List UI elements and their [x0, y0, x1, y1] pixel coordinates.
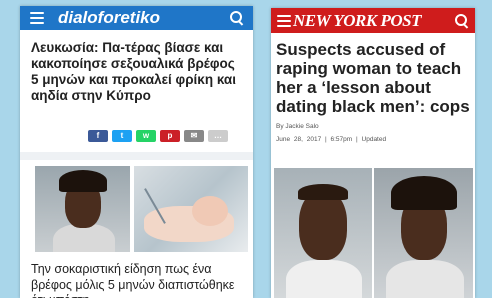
- nypost-article-screenshot: NEW YORK POST Suspects accused of raping…: [271, 8, 475, 298]
- byline[interactable]: By Jackie Salo: [276, 123, 319, 130]
- facebook-share-button[interactable]: f: [88, 130, 108, 142]
- whatsapp-share-button[interactable]: w: [136, 130, 156, 142]
- suspect-mugshot-1: [274, 168, 372, 298]
- publish-date: June 28, 2017: [276, 136, 322, 143]
- twitter-share-button[interactable]: t: [112, 130, 132, 142]
- email-share-button[interactable]: ✉: [184, 130, 204, 142]
- article-headline: Λευκωσία: Πα-τέρας βίασε και κακοποίησε …: [31, 40, 236, 103]
- share-buttons: f t w p ✉ …: [88, 130, 228, 142]
- mugshot-photo: [35, 166, 130, 252]
- search-icon[interactable]: [454, 13, 470, 29]
- search-icon[interactable]: [229, 10, 245, 26]
- publish-time: 6:57pm: [330, 136, 353, 143]
- article-body-text: Την σοκαριστική είδηση πως ένα βρέφος μό…: [31, 262, 235, 298]
- nypost-header-bar: NEW YORK POST: [271, 8, 475, 33]
- article-headline: Suspects accused of raping woman to teac…: [276, 40, 470, 116]
- pinterest-share-button[interactable]: p: [160, 130, 180, 142]
- dialoforetiko-article-screenshot: dialoforetiko Λευκωσία: Πα-τέρας βίασε κ…: [20, 6, 253, 298]
- suspect-mugshot-2: [374, 168, 473, 298]
- section-divider: [20, 152, 253, 160]
- menu-icon[interactable]: [277, 15, 291, 27]
- dialoforetiko-header-bar: dialoforetiko: [20, 6, 253, 30]
- baby-photo: [134, 166, 248, 252]
- menu-icon[interactable]: [30, 12, 44, 24]
- dateline: June 28, 2017 | 6:57pm | Updated: [276, 136, 387, 143]
- comment-button[interactable]: …: [208, 130, 228, 142]
- site-logo[interactable]: NEW YORK POST: [293, 11, 421, 30]
- site-logo[interactable]: dialoforetiko: [58, 8, 160, 28]
- updated-label: Updated: [361, 136, 387, 143]
